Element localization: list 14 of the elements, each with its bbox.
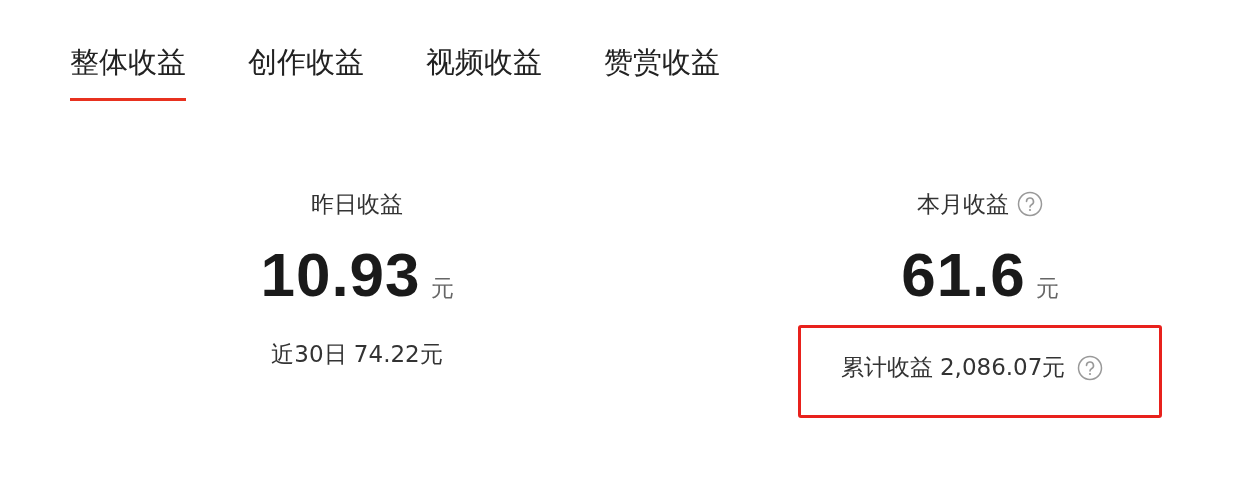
unit-label: 元 xyxy=(1035,274,1059,303)
stat-value: 61.6 xyxy=(901,239,1026,310)
stat-label: 昨日收益 xyxy=(311,189,403,219)
summary-text: 累计收益 2,086.07元 xyxy=(840,353,1066,382)
help-icon[interactable] xyxy=(1017,191,1043,217)
tab[interactable]: 赞赏收益 xyxy=(604,42,720,101)
tab[interactable]: 视频收益 xyxy=(426,42,542,101)
unit-label: 元 xyxy=(430,274,454,303)
stat-value: 10.93 xyxy=(260,239,421,310)
stat-label: 本月收益 xyxy=(917,189,1009,219)
help-icon[interactable] xyxy=(1077,354,1104,381)
tab[interactable]: 整体收益 xyxy=(70,42,186,101)
tab[interactable]: 创作收益 xyxy=(248,42,364,101)
summary-text: 近30日 74.22元 xyxy=(271,340,443,369)
